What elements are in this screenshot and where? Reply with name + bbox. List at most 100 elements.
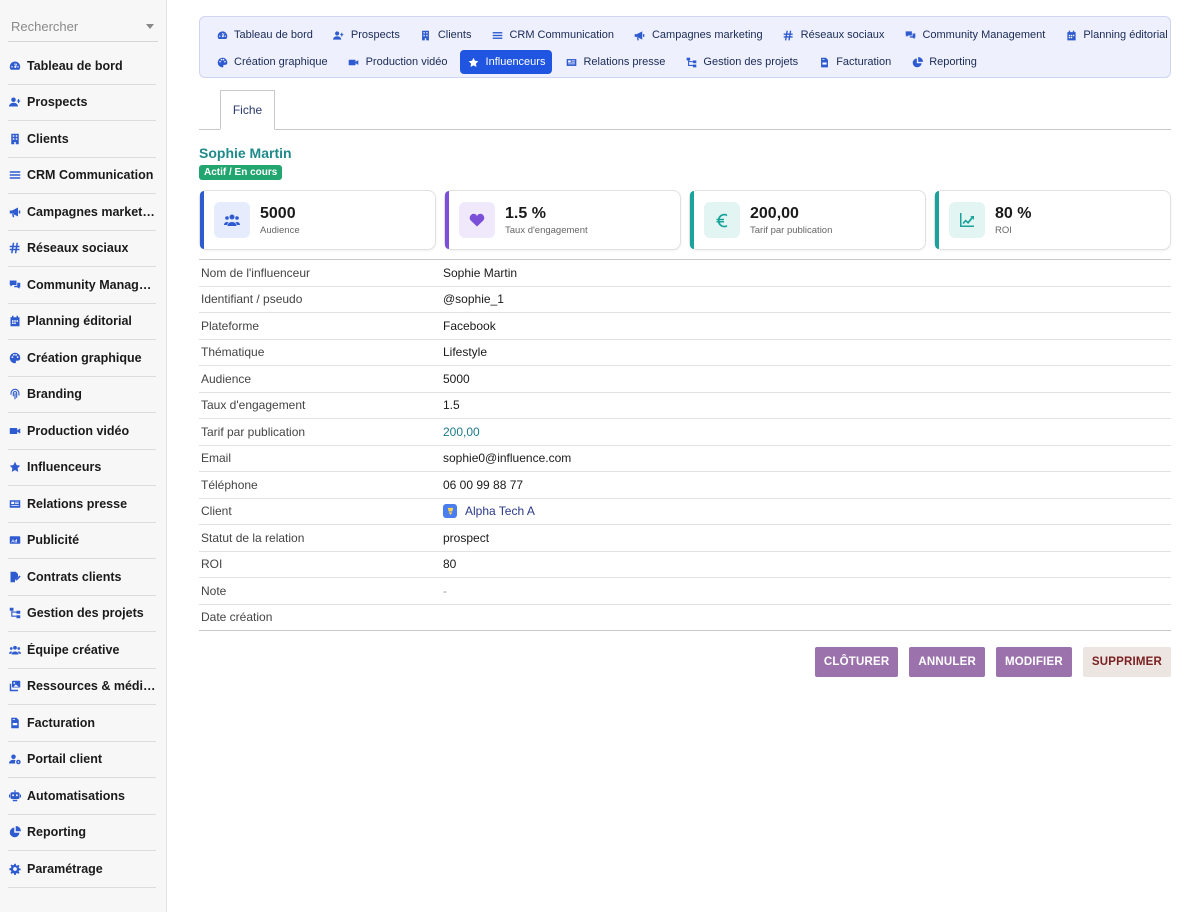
client-link[interactable]: Alpha Tech A [443,504,535,519]
kpi-accent-bar [445,191,449,249]
sidebar-item-branding[interactable]: Branding [8,377,156,413]
sidebar-item-tableau-de-bord[interactable]: Tableau de bord [8,48,156,85]
detail-label: Date création [201,610,273,625]
kpi-label: Taux d'engagement [505,224,588,236]
sidebar-item-ressources-medias[interactable]: Ressources & médias [8,669,156,705]
newspaper-icon [8,497,22,511]
detail-value-plateforme: Facebook [443,318,496,333]
sidebar-item-contrats-clients[interactable]: Contrats clients [8,559,156,596]
sidebar-item-label: Influenceurs [27,460,102,475]
bullhorn-icon [8,205,22,219]
detail-row-roi: ROI 80 [199,552,1171,578]
gauge-icon [8,59,22,73]
sidebar-item-automatisations[interactable]: Automatisations [8,778,156,815]
sidebar-item-influenceurs[interactable]: Influenceurs [8,450,156,486]
video-icon [8,424,22,438]
tab-fiche[interactable]: Fiche [220,90,275,130]
modifier-button[interactable]: MODIFIER [996,647,1072,677]
video-icon [347,55,361,69]
top-nav-crm-communication[interactable]: CRM Communication [483,23,621,47]
sidebar-item-label: Planning éditorial [27,314,132,329]
top-nav-relations-presse[interactable]: Relations presse [557,50,672,74]
top-nav-tableau-de-bord[interactable]: Tableau de bord [208,23,320,47]
detail-value-tarif: 200,00 [443,424,480,439]
search-placeholder: Rechercher [11,19,79,34]
detail-label: Thématique [201,345,265,360]
sidebar-item-label: Clients [27,131,69,146]
top-nav-label: Influenceurs [485,56,546,68]
top-nav-reporting[interactable]: Reporting [903,50,984,74]
top-nav-prospects[interactable]: Prospects [325,23,407,47]
user-plus-icon [8,95,22,109]
top-nav-facturation[interactable]: Facturation [810,50,898,74]
sidebar-item-label: Production vidéo [27,423,130,438]
sidebar-item-label: Contrats clients [27,569,122,584]
kpi-accent-bar [690,191,694,249]
chevron-down-icon [146,24,154,29]
sidebar-item-label: Publicité [27,533,80,548]
top-nav-label: Campagnes marketing [651,29,763,41]
bars-icon [490,28,504,42]
detail-value-telephone: 06 00 99 88 77 [443,477,524,492]
sidebar-item-creation-graphique[interactable]: Création graphique [8,340,156,377]
kpi-card: 5000 Audience [199,190,436,250]
top-nav-creation-graphique[interactable]: Création graphique [208,50,335,74]
detail-label: Plateforme [201,318,260,333]
comments-icon [8,278,22,292]
sidebar-item-gestion-des-projets[interactable]: Gestion des projets [8,596,156,632]
kpi-accent-bar [935,191,939,249]
sidebar-item-parametrage[interactable]: Paramétrage [8,851,156,888]
search-select[interactable]: Rechercher [8,12,158,42]
sidebar-item-campagnes-marketing[interactable]: Campagnes marketing [8,194,156,231]
top-nav-label: Clients [437,29,472,41]
top-nav-label: Production vidéo [365,56,448,68]
detail-value-taux: 1.5 [443,398,460,413]
sidebar-item-clients[interactable]: Clients [8,121,156,158]
top-nav-gestion-des-projets[interactable]: Gestion des projets [677,50,805,74]
detail-row-taux: Taux d'engagement 1.5 [199,393,1171,419]
top-nav-influenceurs[interactable]: Influenceurs [459,50,553,74]
detail-row-date: Date création [199,605,1171,631]
top-nav-reseaux-sociaux[interactable]: Réseaux sociaux [775,23,892,47]
sidebar-item-facturation[interactable]: Facturation [8,705,156,742]
sidebar-item-production-video[interactable]: Production vidéo [8,413,156,450]
top-nav-community-management[interactable]: Community Management [896,23,1052,47]
annuler-button[interactable]: ANNULER [909,647,985,677]
top-nav-clients[interactable]: Clients [412,23,479,47]
top-nav-label: Réseaux sociaux [800,29,885,41]
top-nav-planning-editorial[interactable]: Planning éditorial [1057,23,1174,47]
sidebar-item-community-manage[interactable]: Community Manage… [8,267,156,304]
sidebar-item-publicite[interactable]: Ad Publicité [8,523,156,559]
sidebar-item-relations-presse[interactable]: Relations presse [8,486,156,523]
top-nav-campagnes-marketing[interactable]: Campagnes marketing [626,23,770,47]
sidebar-item-crm-communication[interactable]: CRM Communication [8,158,156,194]
sidebar-item-reseaux-sociaux[interactable]: Réseaux sociaux [8,231,156,267]
top-nav-row-1: Tableau de bord Prospects Clients CRM Commu… [208,23,1168,47]
sidebar-item-planning-editorial[interactable]: Planning éditorial [8,304,156,340]
detail-label: Nom de l'influenceur [201,265,311,280]
sidebar-item-portail-client[interactable]: Portail client [8,742,156,778]
users-icon [8,643,22,657]
sidebar-item-equipe-creative[interactable]: Équipe créative [8,632,156,669]
tab-bar: Fiche [199,90,1171,130]
cloturer-button[interactable]: CLÔTURER [814,647,899,677]
kpi-accent-bar [200,191,204,249]
kpi-icon-box [214,202,250,238]
building-icon [8,132,22,146]
detail-value-note: - [443,583,447,598]
kpi-text: 5000 Audience [260,205,300,236]
bars-icon [8,168,22,182]
robot-icon [8,789,22,803]
supprimer-button[interactable]: SUPPRIMER [1082,647,1171,677]
sidebar-item-prospects[interactable]: Prospects [8,85,156,121]
sidebar-item-reporting[interactable]: Reporting [8,815,156,851]
top-nav-label: Gestion des projets [703,56,799,68]
detail-value-client: Alpha Tech A [465,504,535,519]
calendar-icon [1064,28,1078,42]
sidebar-item-label: CRM Communication [27,168,154,183]
top-nav-production-video[interactable]: Production vidéo [340,50,455,74]
kpi-card: 200,00 Tarif par publication [689,190,926,250]
detail-label: Client [201,504,232,519]
detail-row-email: Email sophie0@influence.com [199,446,1171,472]
photo-video-icon [8,679,22,693]
